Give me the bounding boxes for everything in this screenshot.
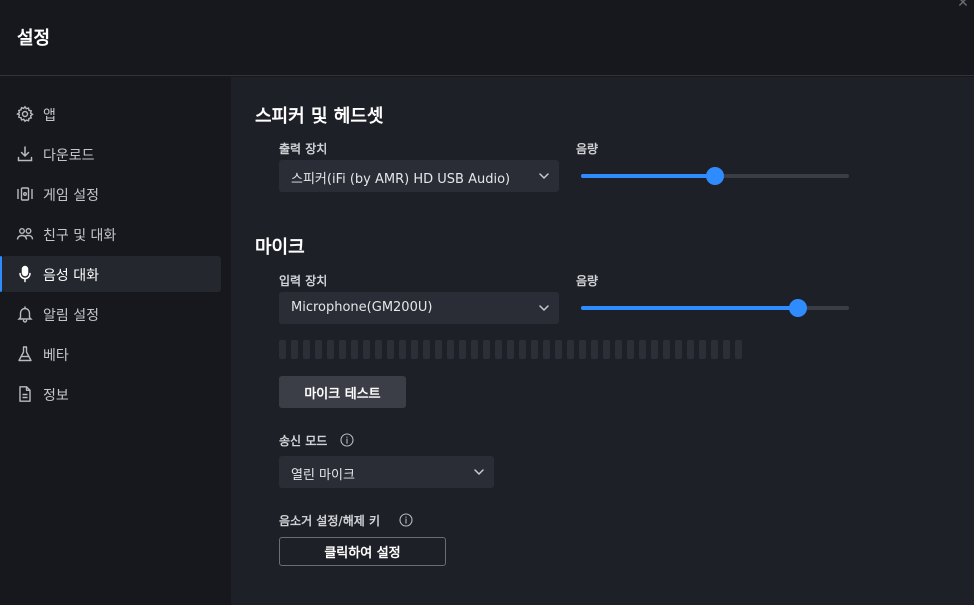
info-icon[interactable] — [340, 433, 354, 447]
sidebar-item-download[interactable]: 다운로드 — [2, 136, 221, 172]
close-icon[interactable]: ✕ — [956, 0, 970, 10]
flask-icon — [16, 345, 34, 363]
meter-segment — [711, 340, 718, 359]
sidebar-item-beta[interactable]: 베타 — [2, 336, 221, 372]
output-device-label: 출력 장치 — [279, 142, 328, 156]
sidebar-item-voice-chat[interactable]: 음성 대화 — [0, 256, 221, 292]
meter-segment — [387, 340, 394, 359]
meter-segment — [663, 340, 670, 359]
meter-segment — [519, 340, 526, 359]
slider-fill — [581, 174, 715, 178]
settings-window: 설정 ✕ 앱 다운로드 게임 설정 친구 및 대화 음성 대화 알림 설정 베타… — [0, 0, 974, 605]
meter-segment — [591, 340, 598, 359]
slider-fill — [581, 306, 799, 310]
meter-segment — [363, 340, 370, 359]
meter-segment — [555, 340, 562, 359]
sidebar-item-friends[interactable]: 친구 및 대화 — [2, 216, 221, 252]
meter-segment — [483, 340, 490, 359]
bell-icon — [16, 305, 34, 323]
chevron-down-icon — [474, 469, 484, 476]
output-volume-slider[interactable] — [581, 167, 849, 185]
meter-segment — [615, 340, 622, 359]
meter-segment — [699, 340, 706, 359]
sidebar-item-label: 다운로드 — [43, 148, 95, 164]
slider-thumb[interactable] — [789, 299, 808, 317]
meter-segment — [651, 340, 658, 359]
transmit-mode-select[interactable]: 열린 마이크 — [279, 456, 494, 488]
mute-key-label: 음소거 설정/해제 키 — [279, 514, 381, 528]
meter-segment — [723, 340, 730, 359]
meter-segment — [471, 340, 478, 359]
input-volume-slider[interactable] — [581, 299, 849, 317]
transmit-mode-value: 열린 마이크 — [291, 468, 355, 483]
meter-segment — [435, 340, 442, 359]
meter-segment — [507, 340, 514, 359]
input-device-value: Microphone(GM200U) — [291, 300, 433, 315]
meter-segment — [315, 340, 322, 359]
meter-segment — [567, 340, 574, 359]
meter-segment — [327, 340, 334, 359]
meter-segment — [579, 340, 586, 359]
meter-segment — [279, 340, 286, 359]
meter-segment — [459, 340, 466, 359]
meter-segment — [603, 340, 610, 359]
meter-segment — [687, 340, 694, 359]
meter-segment — [447, 340, 454, 359]
chevron-down-icon — [539, 305, 549, 312]
meter-segment — [495, 340, 502, 359]
mute-key-set-button[interactable]: 클릭하여 설정 — [279, 537, 446, 566]
meter-segment — [411, 340, 418, 359]
meter-segment — [339, 340, 346, 359]
sidebar-item-label: 음성 대화 — [43, 268, 99, 284]
output-volume-label: 음량 — [576, 142, 599, 156]
meter-segment — [351, 340, 358, 359]
sidebar: 앱 다운로드 게임 설정 친구 및 대화 음성 대화 알림 설정 베타 정보 — [0, 77, 231, 605]
sidebar-item-label: 알림 설정 — [43, 308, 99, 324]
input-device-select[interactable]: Microphone(GM200U) — [279, 292, 559, 324]
main-content: 스피커 및 헤드셋 출력 장치 스피커(iFi (by AMR) HD USB … — [231, 77, 974, 605]
output-device-select[interactable]: 스피커(iFi (by AMR) HD USB Audio) — [279, 160, 559, 192]
page-title: 설정 — [17, 28, 51, 49]
meter-segment — [627, 340, 634, 359]
sidebar-item-label: 정보 — [43, 388, 69, 404]
sidebar-item-label: 친구 및 대화 — [43, 228, 117, 244]
download-icon — [16, 145, 34, 163]
input-volume-label: 음량 — [576, 274, 599, 288]
meter-segment — [735, 340, 742, 359]
transmit-mode-label: 송신 모드 — [279, 434, 328, 448]
slider-thumb[interactable] — [706, 167, 724, 185]
friends-icon — [16, 225, 34, 243]
mic-test-button[interactable]: 마이크 테스트 — [279, 376, 406, 408]
sidebar-item-label: 게임 설정 — [43, 188, 99, 204]
header: 설정 ✕ — [0, 0, 974, 76]
sidebar-item-label: 앱 — [43, 108, 56, 124]
sidebar-item-info[interactable]: 정보 — [2, 376, 221, 412]
output-device-value: 스피커(iFi (by AMR) HD USB Audio) — [291, 172, 511, 187]
meter-segment — [375, 340, 382, 359]
meter-segment — [639, 340, 646, 359]
sidebar-item-notifications[interactable]: 알림 설정 — [2, 296, 221, 332]
meter-segment — [291, 340, 298, 359]
meter-segment — [531, 340, 538, 359]
input-device-label: 입력 장치 — [279, 274, 328, 288]
meter-segment — [423, 340, 430, 359]
mic-level-meter — [279, 340, 742, 359]
document-icon — [16, 385, 34, 403]
chevron-down-icon — [539, 173, 549, 180]
mic-section-title: 마이크 — [255, 237, 305, 258]
sidebar-item-game-settings[interactable]: 게임 설정 — [2, 176, 221, 212]
meter-segment — [399, 340, 406, 359]
meter-segment — [675, 340, 682, 359]
game-settings-icon — [16, 185, 34, 203]
microphone-icon — [16, 265, 34, 283]
sidebar-item-app[interactable]: 앱 — [2, 96, 221, 132]
meter-segment — [543, 340, 550, 359]
speaker-section-title: 스피커 및 헤드셋 — [255, 106, 384, 127]
sidebar-item-label: 베타 — [43, 348, 69, 364]
meter-segment — [303, 340, 310, 359]
gear-icon — [16, 105, 34, 123]
info-icon[interactable] — [399, 513, 413, 527]
